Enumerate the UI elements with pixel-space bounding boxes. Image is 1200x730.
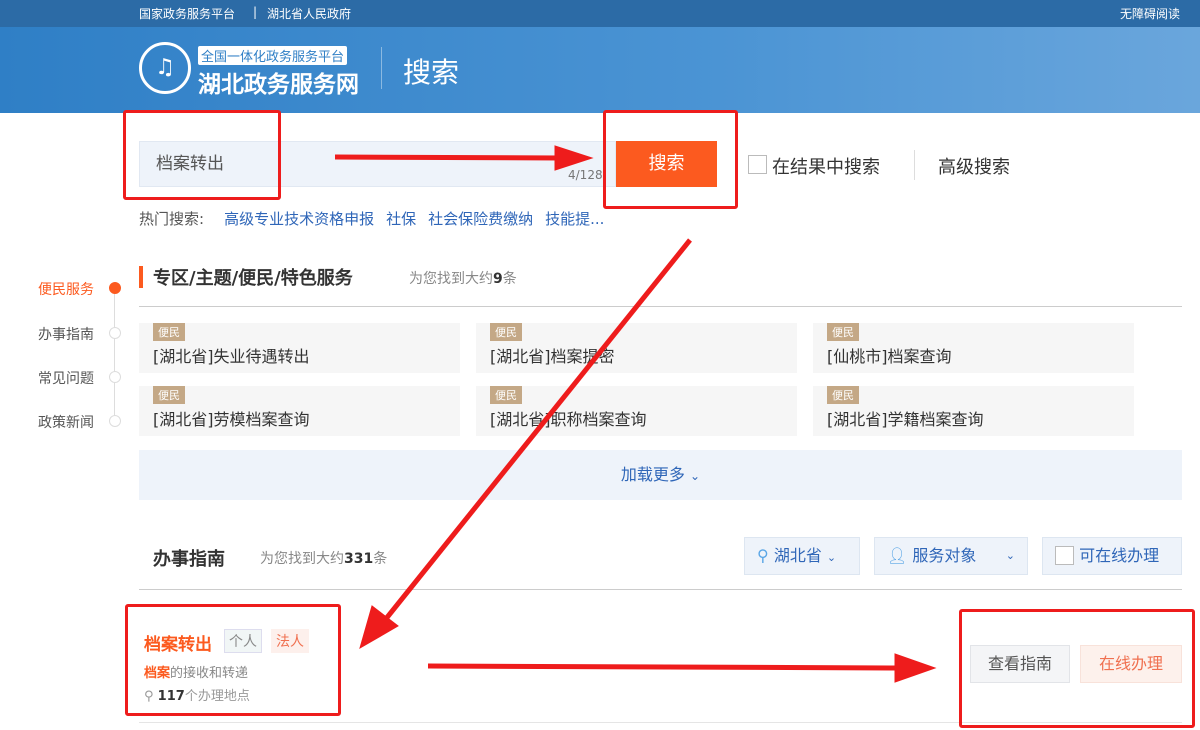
arrow-line bbox=[427, 663, 901, 671]
arrow-line bbox=[334, 154, 561, 161]
arrow-line bbox=[383, 238, 692, 622]
annotation-arrows bbox=[334, 145, 937, 683]
arrow-head bbox=[894, 653, 937, 683]
arrow-head bbox=[554, 145, 594, 171]
